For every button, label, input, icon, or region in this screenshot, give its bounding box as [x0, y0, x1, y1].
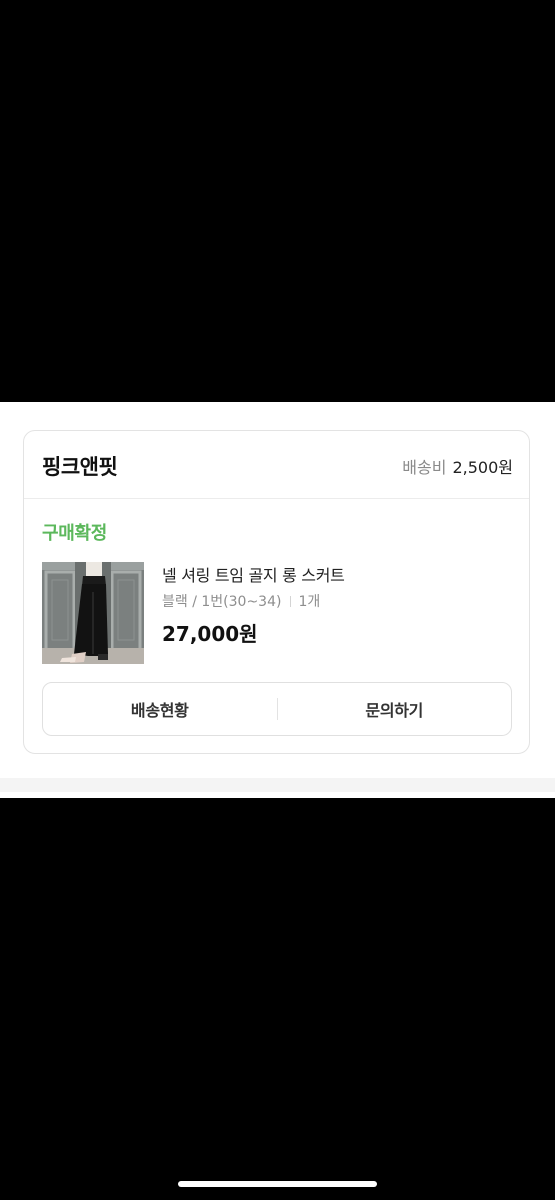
screen: 핑크앤핏 배송비 2,500원 구매확정 넬 셔링 트임 골지 롱 스커트 블랙… — [0, 0, 555, 1200]
product-option: 블랙 / 1번(30~34) 1개 — [162, 591, 320, 611]
order-card-header: 핑크앤핏 배송비 2,500원 — [24, 431, 529, 499]
section-divider — [0, 778, 555, 792]
product-name[interactable]: 넬 셔링 트임 골지 롱 스커트 — [162, 562, 345, 586]
home-indicator[interactable] — [178, 1181, 377, 1187]
product-price: 27,000원 — [162, 622, 258, 646]
shipping-fee-info: 배송비 2,500원 — [402, 454, 513, 478]
order-status-label: 구매확정 — [42, 523, 108, 544]
order-action-buttons: 배송현황 문의하기 — [42, 682, 512, 736]
skirt-photo-image — [42, 562, 144, 664]
order-card: 핑크앤핏 배송비 2,500원 구매확정 넬 셔링 트임 골지 롱 스커트 블랙… — [23, 430, 530, 754]
option-divider — [290, 596, 292, 607]
shipping-fee-label: 배송비 — [402, 458, 447, 477]
inquiry-button[interactable]: 문의하기 — [278, 683, 512, 735]
delivery-status-button[interactable]: 배송현황 — [43, 683, 277, 735]
store-name[interactable]: 핑크앤핏 — [42, 451, 118, 481]
product-option-text: 블랙 / 1번(30~34) — [162, 594, 282, 610]
product-thumbnail[interactable] — [42, 562, 144, 664]
product-quantity: 1개 — [298, 594, 321, 610]
shipping-fee-value: 2,500원 — [452, 458, 513, 477]
